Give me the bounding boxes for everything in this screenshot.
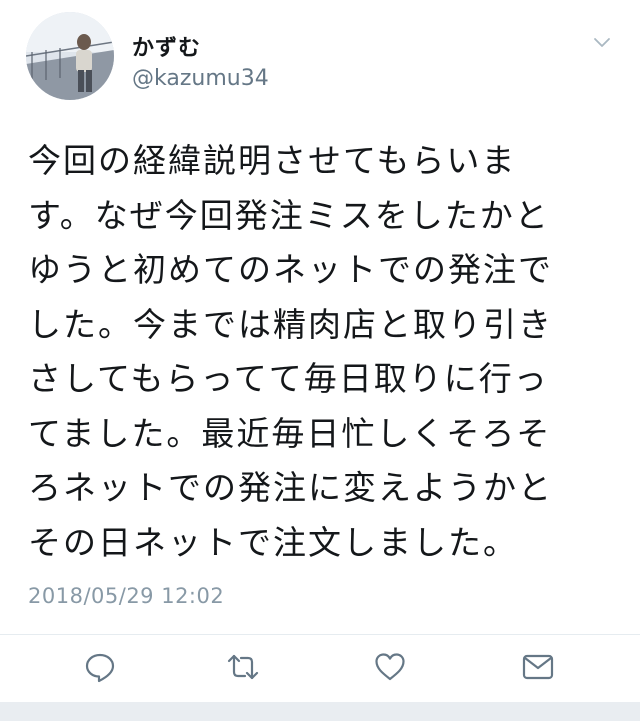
tweet-card: かずむ @kazumu34 今回の経緯説明させてもらいま す。なぜ今回発注ミスを…	[0, 0, 640, 721]
tweet-text-line: さしてもらってて毎日取りに行っ	[28, 359, 549, 398]
tweet-text-line: 今回の経緯説明させてもらいま	[28, 141, 517, 180]
display-name[interactable]: かずむ	[132, 30, 201, 62]
tweet-text-line: ゆうと初めてのネットでの発注で	[28, 250, 553, 289]
tweet-header: かずむ @kazumu34	[26, 12, 616, 102]
avatar[interactable]	[26, 12, 114, 100]
tweet-text: 今回の経緯説明させてもらいま す。なぜ今回発注ミスをしたかと ゆうと初めてのネッ…	[28, 134, 618, 570]
tweet-text-line: てました。最近毎日忙しくそろそ	[28, 413, 552, 453]
tweet-text-line: ろネットでの発注に変えようかと	[28, 468, 553, 507]
direct-message-icon[interactable]	[521, 650, 555, 684]
bottom-bar	[0, 702, 640, 721]
avatar-photo	[26, 12, 114, 100]
reply-icon[interactable]	[83, 650, 117, 684]
tweet-actions	[0, 650, 640, 686]
chevron-down-icon[interactable]	[592, 32, 612, 52]
tweet-text-line: す。なぜ今回発注ミスをしたかと	[28, 195, 550, 235]
user-handle[interactable]: @kazumu34	[132, 66, 269, 91]
tweet-text-line: した。今までは精肉店と取り引き	[28, 304, 553, 344]
retweet-icon[interactable]	[226, 650, 260, 684]
like-icon[interactable]	[373, 650, 407, 684]
divider	[0, 634, 640, 635]
tweet-text-line: その日ネットで注文しました。	[28, 522, 518, 562]
tweet-timestamp[interactable]: 2018/05/29 12:02	[28, 584, 224, 608]
